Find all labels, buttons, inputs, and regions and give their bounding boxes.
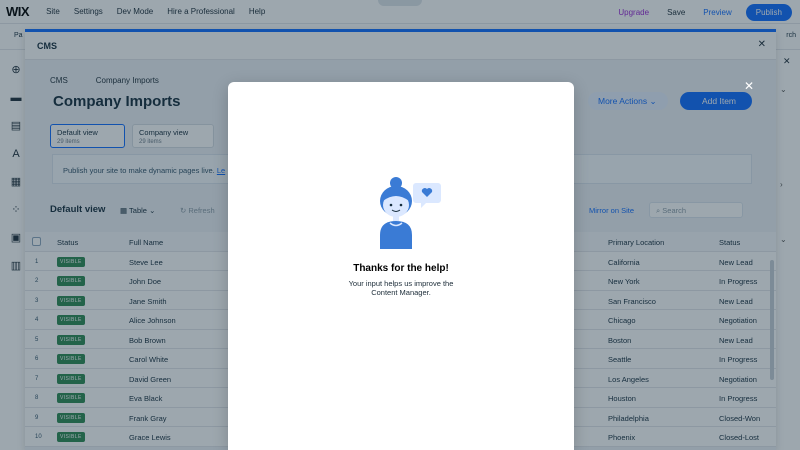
dialog-subtitle-line2: Content Manager. <box>371 288 431 297</box>
dialog-subtitle-line1: Your input helps us improve the <box>348 279 454 288</box>
dialog-title: Thanks for the help! <box>353 263 449 274</box>
dialog-close-icon[interactable]: ✕ <box>744 79 754 93</box>
person-with-heart-illustration <box>380 177 441 249</box>
feedback-dialog: Thanks for the help! Your input helps us… <box>228 82 574 450</box>
dialog-subtitle: Your input helps us improve the Content … <box>228 279 574 297</box>
